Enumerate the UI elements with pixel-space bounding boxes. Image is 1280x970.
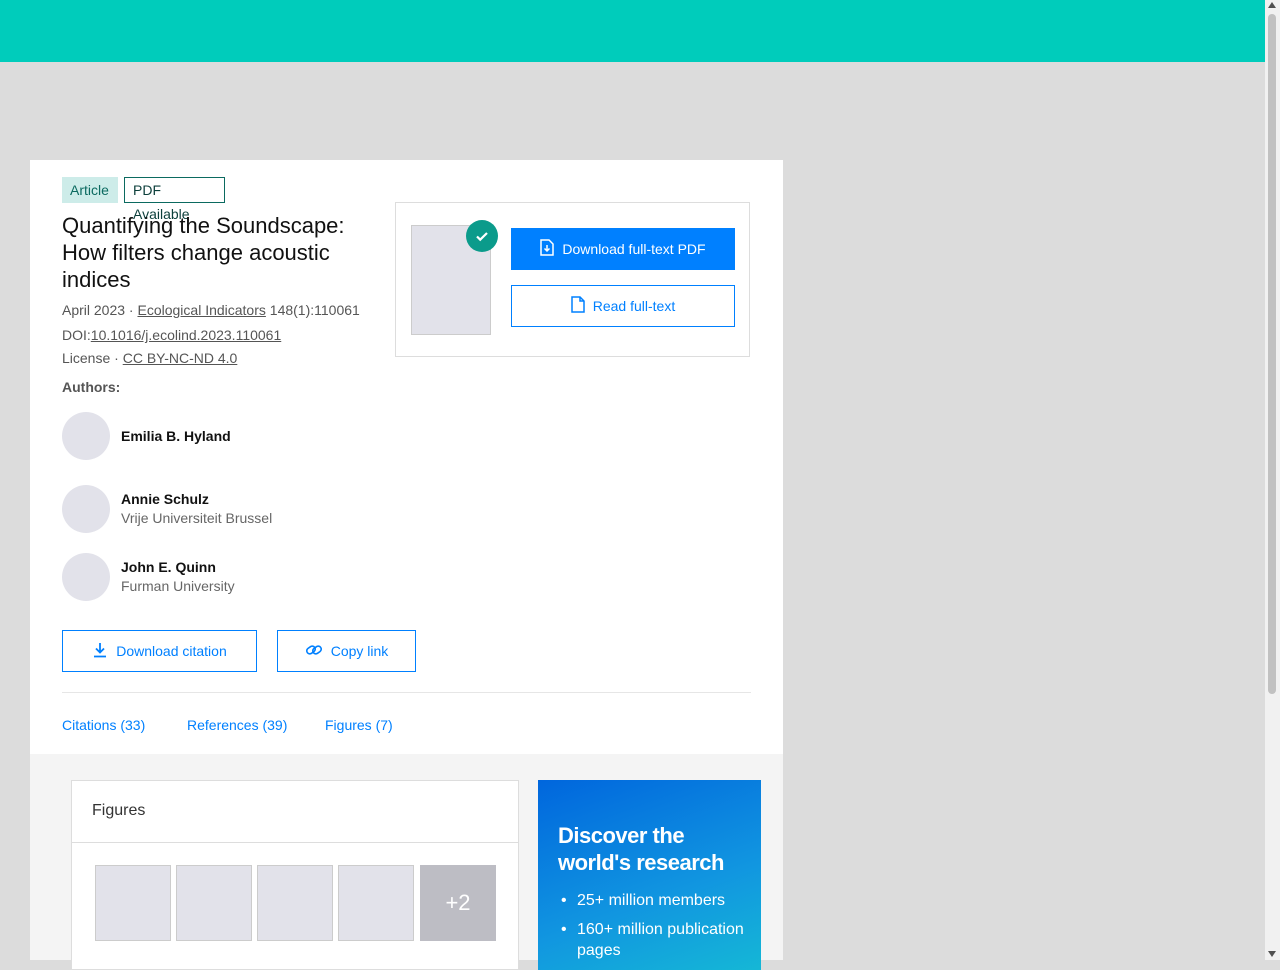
- promo-list-item: 25+ million members: [558, 890, 753, 911]
- download-citation-button[interactable]: Download citation: [62, 630, 257, 672]
- discover-research-promo[interactable]: Discover the world's research 25+ millio…: [538, 780, 761, 970]
- scroll-thumb[interactable]: [1268, 14, 1276, 694]
- doi-label: DOI:: [62, 327, 91, 343]
- journal-link[interactable]: Ecological Indicators: [137, 302, 265, 318]
- figure-thumbnail[interactable]: [338, 865, 414, 941]
- file-download-icon: [540, 239, 555, 259]
- volume-info: 148(1):110061: [265, 302, 360, 318]
- tab-citations[interactable]: Citations (33): [62, 717, 145, 733]
- pdf-available-badge: PDF Available: [124, 177, 225, 222]
- figure-thumbnail[interactable]: [257, 865, 333, 941]
- read-fulltext-button[interactable]: Read full-text: [511, 285, 735, 327]
- author-name[interactable]: Emilia B. Hyland: [121, 428, 231, 444]
- article-type-badge: Article: [62, 177, 118, 203]
- article-card: Article PDF Available Quantifying the So…: [30, 160, 783, 970]
- link-icon: [305, 642, 323, 661]
- download-pdf-button[interactable]: Download full-text PDF: [511, 228, 735, 270]
- more-figures-button[interactable]: +2: [420, 865, 496, 941]
- scroll-up-arrow-icon[interactable]: [1268, 2, 1276, 8]
- tab-figures[interactable]: Figures (7): [325, 717, 393, 733]
- doi-info: DOI:10.1016/j.ecolind.2023.110061: [62, 327, 281, 343]
- top-header-bar: [0, 0, 1265, 62]
- doi-link[interactable]: 10.1016/j.ecolind.2023.110061: [91, 327, 281, 343]
- scroll-down-arrow-icon[interactable]: [1268, 951, 1276, 957]
- copy-link-label: Copy link: [330, 643, 389, 659]
- publication-date: April 2023 ·: [62, 302, 138, 318]
- figure-thumbnail[interactable]: [95, 865, 171, 941]
- figure-thumbnail[interactable]: [176, 865, 252, 941]
- author-affiliation: Furman University: [121, 578, 235, 594]
- tab-references[interactable]: References (39): [187, 717, 287, 733]
- document-icon: [571, 296, 585, 316]
- avatar[interactable]: [62, 485, 110, 533]
- license-link[interactable]: CC BY-NC-ND 4.0: [123, 350, 238, 366]
- author-name[interactable]: John E. Quinn: [121, 559, 216, 575]
- figures-divider: [72, 842, 518, 843]
- download-icon: [92, 642, 108, 661]
- promo-title: Discover the world's research: [558, 823, 724, 875]
- download-citation-label: Download citation: [116, 643, 227, 659]
- avatar[interactable]: [62, 412, 110, 460]
- promo-list-item: 160+ million publication pages: [558, 919, 753, 961]
- author-name[interactable]: Annie Schulz: [121, 491, 209, 507]
- author-affiliation: Vrije Universiteit Brussel: [121, 510, 273, 526]
- avatar[interactable]: [62, 553, 110, 601]
- check-icon: [466, 220, 498, 252]
- promo-list: 25+ million members 160+ million publica…: [558, 890, 753, 969]
- authors-label: Authors:: [62, 379, 121, 395]
- license-label: License ·: [62, 350, 123, 366]
- figures-panel-title: Figures: [92, 802, 146, 819]
- publication-info: April 2023 · Ecological Indicators 148(1…: [62, 302, 360, 318]
- pdf-preview-box: Download full-text PDF Read full-text: [395, 202, 750, 357]
- download-pdf-label: Download full-text PDF: [562, 241, 706, 257]
- page-scrollbar[interactable]: [1265, 0, 1280, 960]
- copy-link-button[interactable]: Copy link: [277, 630, 416, 672]
- read-fulltext-label: Read full-text: [592, 298, 676, 314]
- article-title: Quantifying the Soundscape: How filters …: [62, 213, 345, 292]
- tabs-divider: [62, 692, 751, 693]
- figures-panel: Figures +2: [71, 780, 519, 970]
- license-info: License · CC BY-NC-ND 4.0: [62, 350, 237, 366]
